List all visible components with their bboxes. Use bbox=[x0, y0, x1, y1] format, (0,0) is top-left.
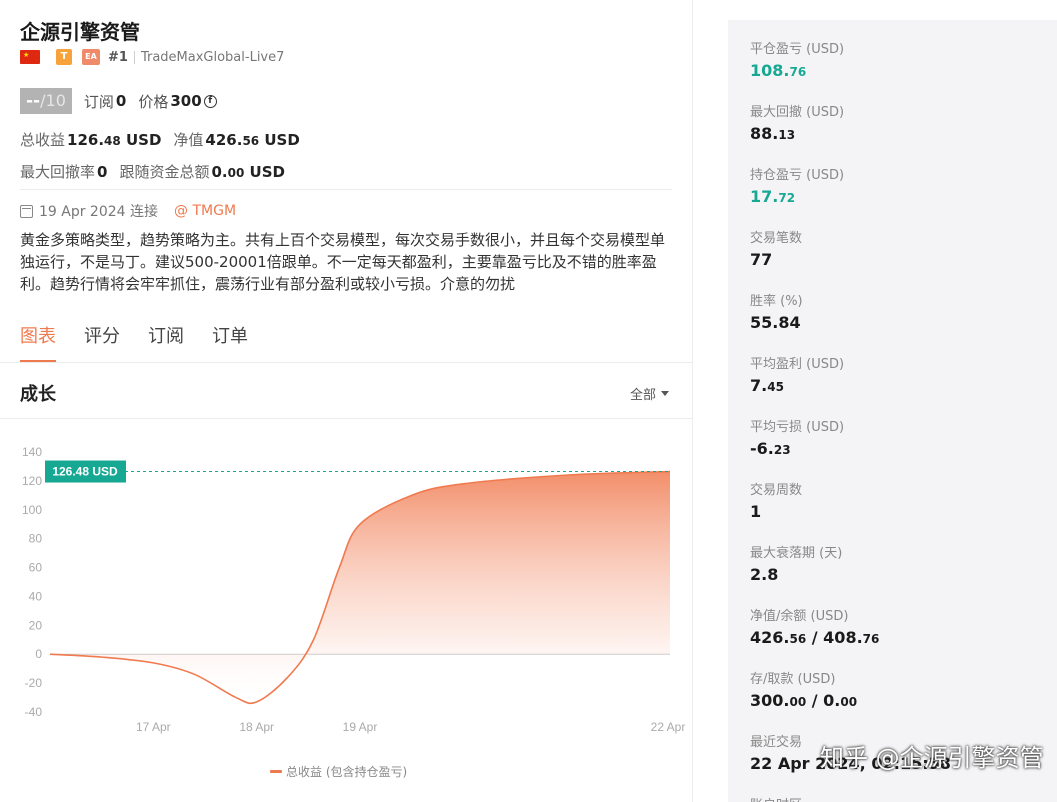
equity-label: 净值 bbox=[173, 131, 204, 149]
total-profit-label: 总收益 bbox=[20, 131, 66, 149]
current-value-label: 126.48 USD bbox=[52, 465, 118, 479]
divider bbox=[0, 418, 693, 419]
price-value: 300 bbox=[170, 92, 202, 110]
metric-value: 426.56 / 408.76 bbox=[750, 628, 880, 647]
x-tick-label: 17 Apr bbox=[136, 720, 171, 734]
metric-value: 88.13 bbox=[750, 124, 796, 143]
growth-chart: 140 120 100 80 60 40 20 0 -20 -40 17 Apr 18 Apr 19 A… bbox=[22, 445, 686, 734]
badge-ea: EA bbox=[82, 49, 100, 65]
metrics-panel: 平仓盈亏 (USD) 108.76 最大回撤 (USD) 88.13 持仓盈亏 (USD… bbox=[728, 20, 1057, 802]
subscribe-label: 订阅 bbox=[83, 92, 114, 111]
metric-value: 300.00 / 0.00 bbox=[750, 691, 858, 710]
chart-title: 成长 bbox=[20, 384, 56, 405]
metric-label: 净值/余额 (USD) bbox=[750, 609, 849, 624]
metric-label: 持仓盈亏 (USD) bbox=[750, 168, 845, 183]
coin-icon: f bbox=[203, 94, 217, 108]
metric-label: 胜率 (%) bbox=[750, 294, 803, 309]
china-flag-icon: ★ bbox=[20, 50, 40, 64]
tab-subscribe[interactable]: 订阅 bbox=[148, 322, 184, 362]
meta-row: ★ T EA #1 TradeMaxGlobal-Live7 bbox=[20, 48, 284, 66]
series-area bbox=[50, 471, 670, 704]
calendar-icon bbox=[20, 204, 33, 218]
account-name: TradeMaxGlobal-Live7 bbox=[140, 49, 285, 65]
y-tick-label: -20 bbox=[25, 676, 43, 690]
watermark-text: 知乎 @企源引擎资管 bbox=[820, 744, 1044, 772]
metric-value: 17.72 bbox=[750, 187, 796, 206]
metric-label: 最近交易 bbox=[750, 735, 803, 750]
legend-label: 总收益 (包含持仓盈亏) bbox=[286, 765, 408, 779]
divider bbox=[20, 189, 672, 190]
y-tick-label: -40 bbox=[25, 705, 43, 719]
metric-label: 账户时区 bbox=[750, 794, 802, 802]
max-drawdown-label: 最大回撤率 bbox=[20, 163, 96, 181]
y-tick-label: 20 bbox=[29, 618, 43, 632]
total-profit-value: 126.48 USD bbox=[67, 131, 162, 149]
tab-bar: 图表 评分 订阅 订单 bbox=[20, 322, 248, 362]
x-tick-label: 18 Apr bbox=[239, 720, 274, 734]
price-label: 价格 bbox=[138, 92, 169, 111]
badge-t: T bbox=[56, 49, 72, 65]
tab-rating[interactable]: 评分 bbox=[84, 322, 120, 362]
chart-legend[interactable]: 总收益 (包含持仓盈亏) bbox=[270, 763, 407, 780]
metric-value: 108.76 bbox=[750, 61, 807, 80]
follow-funds-label: 跟随资金总额 bbox=[119, 163, 210, 181]
metric-value: 7.45 bbox=[750, 376, 784, 395]
metric-label: 平仓盈亏 (USD) bbox=[750, 42, 845, 57]
score-max: /10 bbox=[40, 91, 66, 110]
y-tick-label: 140 bbox=[22, 445, 42, 459]
x-tick-label: 22 Apr bbox=[651, 720, 686, 734]
strategy-description: 黄金多策略类型，趋势策略为主。共有上百个交易模型，每次交易手数很小，并且每个交易… bbox=[20, 231, 666, 293]
subscribe-count: 0 bbox=[115, 92, 127, 110]
metric-value: 1 bbox=[750, 502, 762, 521]
divider bbox=[0, 362, 693, 363]
metric-label: 交易笔数 bbox=[750, 231, 803, 246]
metric-label: 最大回撤 (USD) bbox=[750, 105, 845, 120]
watermark: 知乎 @企源引擎资管 bbox=[820, 738, 1044, 773]
divider bbox=[133, 50, 135, 64]
metric-label: 最大衰落期 (天) bbox=[750, 546, 843, 561]
chevron-down-icon bbox=[661, 391, 670, 396]
legend-swatch bbox=[270, 770, 282, 773]
page-title: 企源引擎资管 bbox=[20, 20, 140, 44]
metric-value: 55.84 bbox=[750, 313, 801, 332]
metric-value: 77 bbox=[750, 250, 773, 269]
tab-chart[interactable]: 图表 bbox=[20, 322, 56, 362]
range-dropdown[interactable]: 全部 bbox=[630, 384, 670, 403]
max-drawdown-value: 0 bbox=[97, 163, 108, 181]
y-tick-label: 60 bbox=[29, 561, 43, 575]
score-value: -- bbox=[26, 91, 41, 111]
profit-row: 总收益 126.48 USD 净值 426.56 USD bbox=[20, 129, 312, 150]
range-value: 全部 bbox=[630, 388, 657, 403]
metric-value: 2.8 bbox=[750, 565, 779, 584]
score-badge: --/10 bbox=[20, 88, 72, 114]
connect-date-row: 19 Apr 2024 连接 @ TMGM bbox=[20, 201, 236, 221]
drawdown-row: 最大回撤率 0 跟随资金总额 0.00 USD bbox=[20, 161, 297, 182]
metric-label: 存/取款 (USD) bbox=[750, 672, 836, 687]
y-tick-label: 40 bbox=[29, 589, 43, 603]
metric-value: -6.23 bbox=[750, 439, 791, 458]
y-tick-label: 120 bbox=[22, 474, 42, 488]
rank: #1 bbox=[108, 49, 128, 65]
y-tick-label: 100 bbox=[22, 503, 42, 517]
tab-orders[interactable]: 订单 bbox=[212, 322, 248, 362]
score-row: --/10 订阅 0 价格 300 f bbox=[20, 88, 217, 114]
y-tick-label: 0 bbox=[35, 647, 42, 661]
metric-label: 平均亏损 (USD) bbox=[750, 420, 845, 435]
equity-value: 426.56 USD bbox=[205, 131, 300, 149]
y-tick-label: 80 bbox=[29, 532, 43, 546]
metric-label: 交易周数 bbox=[750, 483, 803, 498]
broker-link[interactable]: @ TMGM bbox=[174, 203, 236, 219]
follow-funds-value: 0.00 USD bbox=[211, 163, 285, 181]
x-tick-label: 19 Apr bbox=[343, 720, 378, 734]
metric-label: 平均盈利 (USD) bbox=[750, 357, 845, 372]
connect-date: 19 Apr 2024 连接 bbox=[39, 204, 159, 220]
